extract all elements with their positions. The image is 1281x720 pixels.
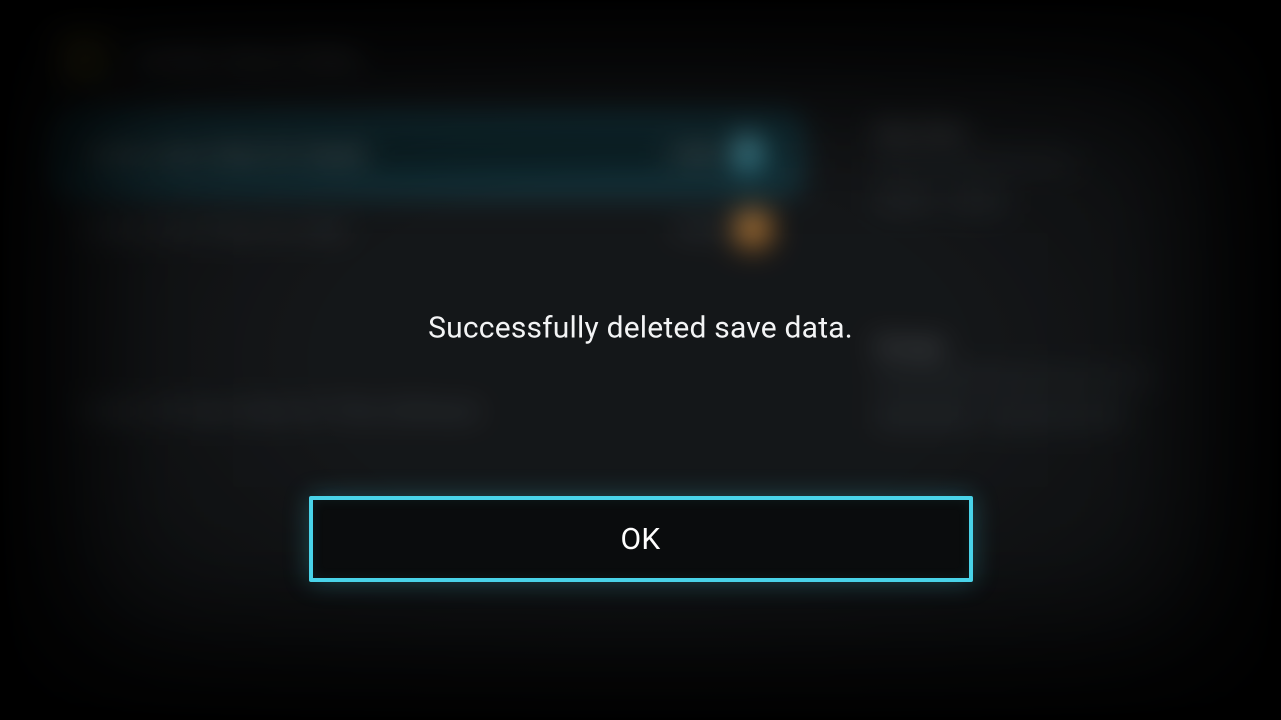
dialog-message: Successfully deleted save data. <box>428 311 853 346</box>
ok-button-label: OK <box>620 522 660 557</box>
ok-button[interactable]: OK <box>309 496 973 582</box>
modal-overlay: Successfully deleted save data. OK <box>0 0 1281 720</box>
